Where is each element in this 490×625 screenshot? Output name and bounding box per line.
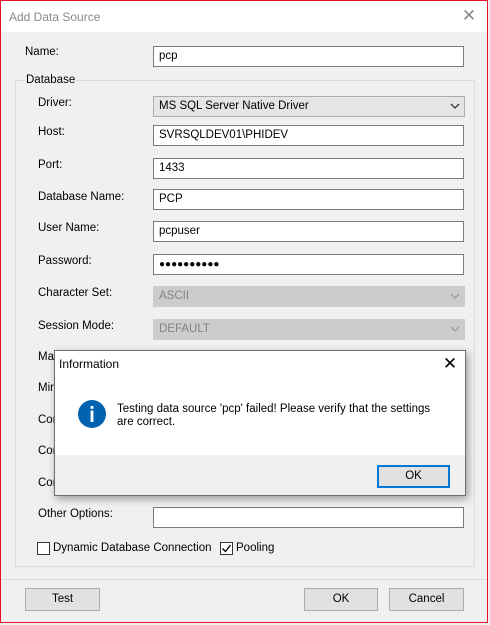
- character-set-select: ASCII: [153, 286, 465, 307]
- character-set-label: Character Set:: [38, 287, 113, 299]
- port-input[interactable]: 1433: [153, 158, 464, 179]
- host-label: Host:: [38, 126, 65, 138]
- chevron-down-icon: [450, 103, 460, 109]
- pooling-checkbox[interactable]: [220, 542, 233, 555]
- session-mode-label: Session Mode:: [38, 320, 115, 332]
- name-label: Name:: [25, 46, 59, 58]
- cancel-button[interactable]: Cancel: [389, 588, 464, 611]
- name-input[interactable]: pcp: [153, 46, 464, 67]
- dialog-footer: OK: [55, 455, 465, 495]
- ok-button[interactable]: OK: [304, 588, 378, 611]
- chevron-down-icon: [450, 293, 460, 299]
- character-set-value: ASCII: [159, 290, 190, 302]
- dynamic-database-connection-checkbox[interactable]: [37, 542, 50, 555]
- session-mode-value: DEFAULT: [159, 323, 210, 335]
- checkmark-icon: [222, 544, 232, 553]
- session-mode-select: DEFAULT: [153, 319, 465, 340]
- user-name-label: User Name:: [38, 222, 100, 234]
- info-icon: [78, 400, 106, 428]
- add-data-source-window: Add Data Source ✕ Name: pcp Database Dri…: [0, 0, 488, 623]
- dialog-title: Information: [59, 357, 120, 371]
- password-label: Password:: [38, 255, 92, 267]
- dialog-message: Testing data source 'pcp' failed! Please…: [117, 403, 431, 428]
- max-connections-label: Ma: [38, 351, 54, 363]
- driver-select-value: MS SQL Server Native Driver: [159, 100, 309, 112]
- driver-label: Driver:: [38, 97, 72, 109]
- pooling-label: Pooling: [236, 542, 275, 554]
- password-input[interactable]: ●●●●●●●●●●: [153, 254, 464, 275]
- other-options-input[interactable]: [153, 507, 464, 528]
- database-group-label: Database: [25, 74, 77, 86]
- dynamic-database-connection-label: Dynamic Database Connection: [53, 542, 212, 554]
- host-input[interactable]: SVRSQLDEV01\PHIDEV: [153, 125, 464, 146]
- database-name-label: Database Name:: [38, 191, 125, 203]
- title-bar: Add Data Source ✕: [1, 1, 487, 32]
- window-close-icon[interactable]: ✕: [457, 5, 481, 27]
- user-name-input[interactable]: pcpuser: [153, 221, 464, 242]
- port-label: Port:: [38, 159, 63, 171]
- chevron-down-icon: [450, 326, 460, 332]
- other-options-label: Other Options:: [38, 508, 113, 520]
- database-name-input[interactable]: PCP: [153, 189, 464, 210]
- window-title: Add Data Source: [9, 10, 101, 24]
- footer-divider: [1, 579, 487, 580]
- information-dialog: Information ✕ Testing data source 'pcp' …: [54, 350, 466, 496]
- dialog-close-icon[interactable]: ✕: [439, 352, 461, 376]
- test-button[interactable]: Test: [25, 588, 100, 611]
- dialog-ok-button[interactable]: OK: [377, 465, 450, 488]
- driver-select[interactable]: MS SQL Server Native Driver: [153, 96, 465, 117]
